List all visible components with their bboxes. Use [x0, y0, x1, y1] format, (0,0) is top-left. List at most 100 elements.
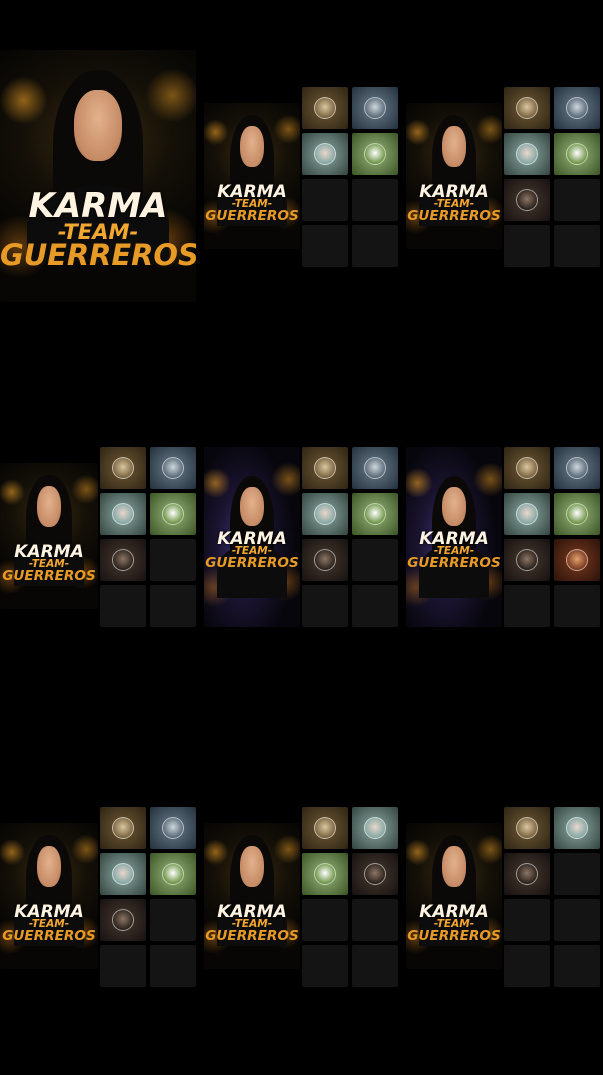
guest-video-tile[interactable] — [302, 539, 348, 581]
guest-avatar — [516, 863, 538, 885]
guest-video-tile[interactable] — [100, 807, 146, 849]
guest-video-tile[interactable] — [100, 853, 146, 895]
guest-video-tile[interactable] — [100, 539, 146, 581]
logo-line-3: GUERREROS — [205, 928, 299, 945]
host-video-tile[interactable]: KARMA -TEAM- GUERREROS — [204, 823, 300, 969]
guest-avatar — [364, 97, 386, 119]
host-video-tile[interactable]: KARMA -TEAM- GUERREROS — [0, 463, 98, 609]
guest-video-tile[interactable] — [504, 853, 550, 895]
empty-guest-slot[interactable] — [504, 225, 550, 267]
host-video-tile[interactable]: KARMA -TEAM- GUERREROS — [0, 50, 196, 302]
empty-guest-slot[interactable] — [352, 225, 398, 267]
guest-video-tile[interactable] — [302, 807, 348, 849]
guest-avatar — [314, 503, 336, 525]
empty-guest-slot[interactable] — [352, 945, 398, 987]
empty-guest-slot[interactable] — [554, 899, 600, 941]
host-face — [442, 486, 466, 527]
empty-guest-slot[interactable] — [302, 899, 348, 941]
empty-guest-slot[interactable] — [504, 899, 550, 941]
guest-grid — [302, 87, 398, 267]
host-video-tile[interactable]: KARMA -TEAM- GUERREROS — [0, 823, 98, 969]
host-video-tile[interactable]: KARMA -TEAM- GUERREROS — [204, 103, 300, 249]
guest-video-tile[interactable] — [554, 133, 600, 175]
empty-guest-slot[interactable] — [302, 225, 348, 267]
host-face — [442, 846, 466, 888]
guest-video-tile[interactable] — [302, 447, 348, 489]
empty-guest-slot[interactable] — [352, 585, 398, 627]
host-video-tile[interactable]: KARMA -TEAM- GUERREROS — [406, 103, 502, 249]
empty-guest-slot[interactable] — [150, 899, 196, 941]
guest-video-tile[interactable] — [504, 807, 550, 849]
guest-video-tile[interactable] — [504, 179, 550, 221]
guest-avatar — [162, 503, 184, 525]
guest-video-tile[interactable] — [150, 493, 196, 535]
guest-video-tile[interactable] — [352, 447, 398, 489]
logo-line-3: GUERREROS — [205, 208, 299, 225]
guest-video-tile[interactable] — [554, 493, 600, 535]
empty-guest-slot[interactable] — [554, 853, 600, 895]
empty-guest-slot[interactable] — [302, 585, 348, 627]
guest-video-tile[interactable] — [100, 447, 146, 489]
empty-guest-slot[interactable] — [554, 225, 600, 267]
guest-grid — [504, 807, 600, 987]
karma-team-logo: KARMA -TEAM- GUERREROS — [0, 543, 98, 582]
empty-guest-slot[interactable] — [302, 945, 348, 987]
empty-guest-slot[interactable] — [352, 899, 398, 941]
empty-guest-slot[interactable] — [352, 179, 398, 221]
guest-video-tile[interactable] — [302, 493, 348, 535]
guest-video-tile[interactable] — [504, 493, 550, 535]
guest-video-tile[interactable] — [352, 493, 398, 535]
guest-video-tile[interactable] — [100, 899, 146, 941]
guest-video-tile[interactable] — [150, 807, 196, 849]
guest-avatar — [516, 817, 538, 839]
host-video-tile[interactable]: KARMA -TEAM- GUERREROS — [406, 447, 502, 627]
host-face — [74, 90, 122, 161]
guest-avatar — [162, 457, 184, 479]
guest-video-tile[interactable] — [504, 87, 550, 129]
guest-video-tile[interactable] — [554, 807, 600, 849]
guest-video-tile[interactable] — [100, 493, 146, 535]
guest-video-tile[interactable] — [302, 87, 348, 129]
guest-grid — [504, 87, 600, 267]
guest-grid — [302, 807, 398, 987]
guest-video-tile[interactable] — [504, 539, 550, 581]
guest-video-tile[interactable] — [302, 853, 348, 895]
empty-guest-slot[interactable] — [150, 945, 196, 987]
empty-guest-slot[interactable] — [554, 945, 600, 987]
guest-avatar — [566, 503, 588, 525]
guest-video-tile[interactable] — [150, 447, 196, 489]
host-video-tile[interactable]: KARMA -TEAM- GUERREROS — [204, 447, 300, 627]
guest-video-tile[interactable] — [504, 447, 550, 489]
guest-avatar — [516, 457, 538, 479]
guest-video-tile[interactable] — [352, 853, 398, 895]
guest-video-tile[interactable] — [352, 87, 398, 129]
guest-grid — [302, 447, 398, 627]
karma-team-logo: KARMA -TEAM- GUERREROS — [204, 903, 300, 945]
guest-video-tile[interactable] — [302, 133, 348, 175]
guest-avatar — [516, 503, 538, 525]
empty-guest-slot[interactable] — [100, 585, 146, 627]
guest-avatar — [314, 143, 336, 165]
guest-avatar — [364, 457, 386, 479]
empty-guest-slot[interactable] — [302, 179, 348, 221]
empty-guest-slot[interactable] — [352, 539, 398, 581]
empty-guest-slot[interactable] — [150, 585, 196, 627]
guest-video-tile[interactable] — [352, 133, 398, 175]
logo-line-3: GUERREROS — [407, 554, 501, 571]
guest-video-tile[interactable] — [554, 87, 600, 129]
guest-avatar — [314, 817, 336, 839]
guest-video-tile[interactable] — [150, 853, 196, 895]
empty-guest-slot[interactable] — [100, 945, 146, 987]
empty-guest-slot[interactable] — [554, 585, 600, 627]
guest-video-tile[interactable] — [504, 133, 550, 175]
guest-avatar — [314, 549, 336, 571]
guest-grid — [100, 807, 196, 987]
host-video-tile[interactable]: KARMA -TEAM- GUERREROS — [406, 823, 502, 969]
empty-guest-slot[interactable] — [504, 945, 550, 987]
empty-guest-slot[interactable] — [504, 585, 550, 627]
guest-video-tile[interactable] — [554, 539, 600, 581]
guest-video-tile[interactable] — [554, 447, 600, 489]
empty-guest-slot[interactable] — [150, 539, 196, 581]
empty-guest-slot[interactable] — [554, 179, 600, 221]
guest-video-tile[interactable] — [352, 807, 398, 849]
